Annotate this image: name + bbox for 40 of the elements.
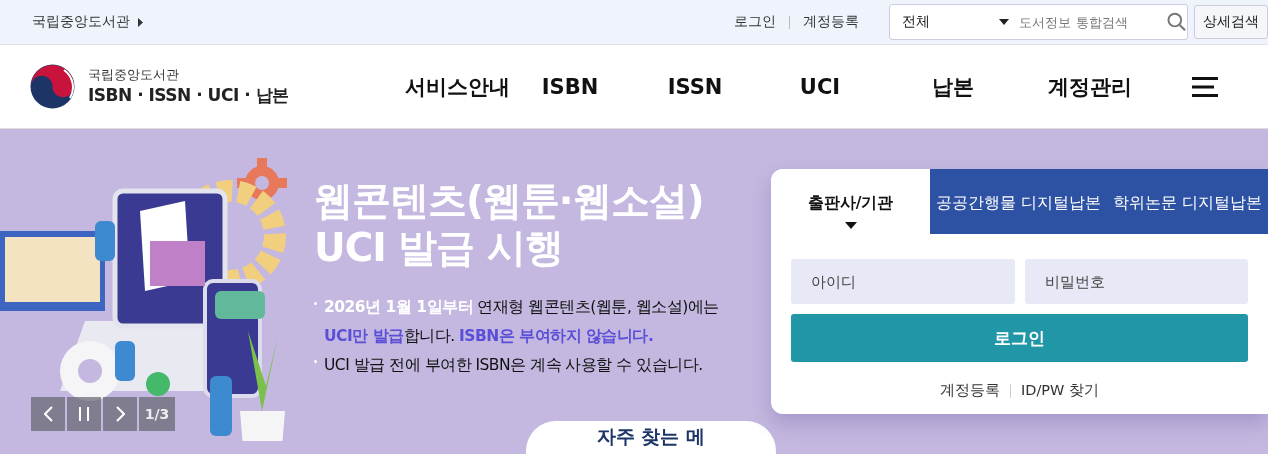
search-field[interactable]: 도서정보 통합검색 [1017,13,1162,31]
chevron-left-icon [43,406,53,422]
login-tab[interactable]: 출판사/기관 [771,169,931,234]
account-link[interactable]: 계정등록 [940,381,1000,400]
scope-dropdown[interactable]: 전체 [890,13,1018,31]
banner-text: 2026년 1월 1일부터 연재형 웹콘텐츠(웹툰, 웹소설)에는 UCI만 발급합니다. ISBN은 부여하지 않습니다. [324,297,720,347]
nav-item[interactable]: ISSN [635,74,755,99]
menu-icon[interactable] [1192,75,1218,98]
library-link[interactable]: 국립중앙도서관 [32,13,143,31]
bullet-icon [314,360,317,363]
top-link[interactable]: 로그인 [734,13,776,31]
account-link[interactable]: ID/PW 찾기 [1021,381,1099,400]
logo-title: ISBN · ISSN · UCI · 납본 [88,84,289,107]
next-button[interactable] [103,397,137,431]
previous-button[interactable] [31,397,65,431]
quick-menu-button[interactable]: 자주 찾는 메 [526,421,776,454]
slide-counter: 1/3 [139,397,175,431]
pause-icon [79,407,89,421]
nav-item[interactable]: 납본 [885,72,1020,101]
banner-text: UCI 발급 전에 부여한 ISBN은 계속 사용할 수 있습니다. [324,355,703,376]
nav-item[interactable]: 계정관리 [1020,72,1160,101]
top-link[interactable]: 계정등록 [803,13,859,31]
advanced-search-button[interactable]: 상세검색 [1194,5,1268,39]
banner-title: 웹콘텐츠(웹툰·웹소설) [314,177,705,224]
pause-button[interactable] [67,397,101,431]
chevron-right-icon [115,406,125,422]
banner-title: UCI 발급 시행 [314,224,564,271]
search-icon[interactable] [1167,12,1187,32]
bullet-icon [314,302,317,305]
password-field[interactable]: 비밀번호 [1024,259,1248,304]
caret-down-icon [844,222,857,229]
nav-item[interactable]: UCI [755,74,885,99]
login-button[interactable]: 로그인 [791,314,1248,362]
login-tab[interactable]: 공공간행물 디지털납본 [930,169,1108,234]
caret-down-icon [999,19,1010,25]
caret-right-icon [138,17,143,27]
logo-subtitle: 국립중앙도서관 [88,66,180,84]
emblem-icon [30,64,75,109]
id-field[interactable]: 아이디 [791,259,1015,304]
login-tab[interactable]: 학위논문 디지털납본 [1107,169,1268,234]
